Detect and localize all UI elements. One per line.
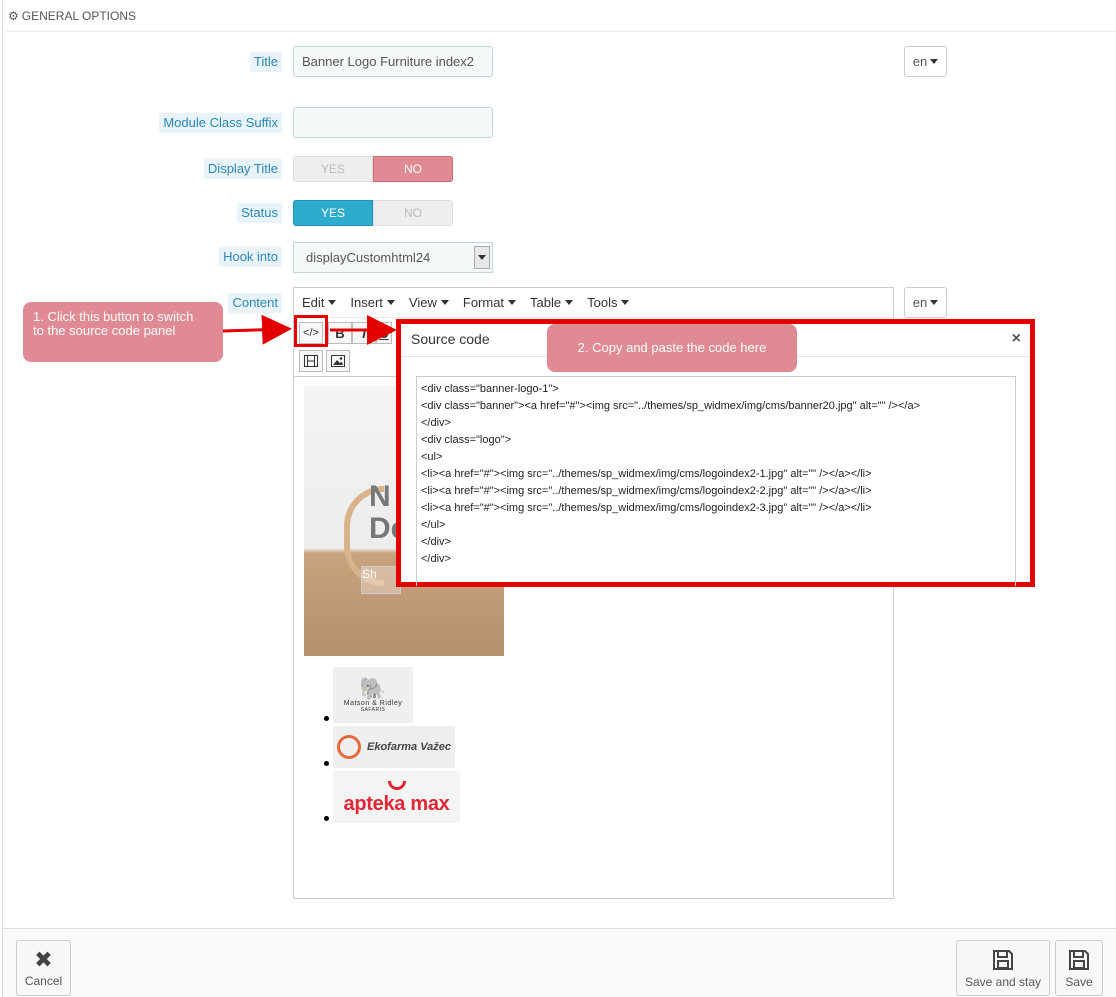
caret-down-icon (930, 59, 939, 64)
logo-ekofarma: Ekofarma Važec (333, 726, 455, 768)
title-input[interactable] (293, 46, 493, 77)
display-title-no[interactable]: NO (373, 156, 453, 182)
gears-icon: ⚙ (8, 9, 19, 23)
content-lang-value: en (912, 295, 928, 310)
menu-tools[interactable]: Tools (587, 295, 630, 310)
caret-down-icon (621, 300, 630, 305)
content-label: Content (228, 293, 282, 313)
caret-down-icon (328, 300, 337, 305)
insert-video-button[interactable] (299, 350, 323, 372)
menu-format[interactable]: Format (463, 295, 517, 310)
step2-callout: 2. Copy and paste the code here (547, 324, 797, 372)
menu-edit[interactable]: Edit (302, 295, 337, 310)
status-label: Status (237, 203, 282, 223)
face-logo-icon (337, 735, 361, 759)
list-item: 🐘 Matson & Ridley SAFARIS (324, 667, 413, 723)
save-label: Save (1065, 974, 1093, 989)
banner-shop-button: Sh (361, 566, 401, 594)
hook-select[interactable]: displayCustomhtml24 (293, 242, 493, 273)
source-code-textarea[interactable]: <div class="banner-logo-1"> <div class="… (416, 376, 1016, 586)
display-title-yes[interactable]: YES (293, 156, 373, 182)
panel-heading: ⚙ GENERAL OPTIONS (8, 6, 136, 26)
elephant-icon: 🐘 (359, 675, 387, 701)
save-and-stay-label: Save and stay (964, 974, 1042, 989)
title-lang-value: en (912, 54, 928, 69)
caret-down-icon (508, 300, 517, 305)
save-and-stay-button[interactable]: Save and stay (956, 940, 1050, 996)
caret-down-icon (440, 300, 449, 305)
status-yes[interactable]: YES (293, 200, 373, 226)
hook-label: Hook into (219, 247, 282, 267)
heading-divider (5, 31, 1116, 32)
save-button[interactable]: Save (1055, 940, 1103, 996)
content-lang-dropdown[interactable]: en (904, 287, 947, 318)
insert-image-button[interactable] (326, 350, 350, 372)
bullet (324, 761, 329, 766)
hook-select-value: displayCustomhtml24 (306, 250, 431, 265)
suffix-label: Module Class Suffix (159, 113, 282, 133)
bold-icon: B (335, 325, 345, 341)
display-title-switch[interactable]: YES NO (293, 156, 453, 182)
close-icon[interactable]: × (1012, 330, 1021, 348)
panel-heading-text: GENERAL OPTIONS (21, 9, 137, 23)
source-button-highlight (294, 315, 328, 347)
status-no[interactable]: NO (373, 200, 453, 226)
close-icon: ✖ (34, 946, 53, 972)
display-title-label: Display Title (203, 159, 282, 179)
suffix-input[interactable] (293, 107, 493, 138)
bullet (324, 816, 329, 821)
dialog-title: Source code (411, 331, 490, 347)
title-lang-dropdown[interactable]: en (904, 46, 947, 77)
cancel-label: Cancel (24, 973, 63, 988)
floppy-icon (993, 949, 1013, 970)
editor-menubar: Edit Insert View Format Table Tools (294, 288, 893, 318)
menu-view[interactable]: View (409, 295, 449, 310)
cancel-button[interactable]: ✖ Cancel (16, 940, 71, 996)
floppy-icon (1069, 949, 1089, 970)
logo-apteka-max: apteka max (333, 771, 460, 823)
select-arrow-icon[interactable] (474, 246, 490, 269)
step1-callout: 1. Click this button to switch to the so… (23, 302, 223, 362)
bold-button[interactable]: B (328, 322, 352, 344)
panel-footer (3, 928, 1116, 997)
title-label: Title (249, 52, 282, 72)
list-item: Ekofarma Važec (324, 726, 455, 768)
menu-table[interactable]: Table (530, 295, 574, 310)
film-icon (304, 355, 318, 367)
image-icon (331, 355, 345, 367)
caret-down-icon (930, 300, 939, 305)
smile-logo-icon (387, 780, 406, 790)
italic-button[interactable]: I (352, 322, 376, 344)
status-switch[interactable]: YES NO (293, 200, 453, 226)
underline-icon: U (379, 325, 389, 341)
caret-down-icon (565, 300, 574, 305)
list-item: apteka max (324, 771, 460, 823)
underline-button[interactable]: U (376, 322, 392, 344)
bullet (324, 716, 329, 721)
italic-icon: I (362, 325, 366, 341)
logo-matson-ridley: 🐘 Matson & Ridley SAFARIS (333, 667, 413, 723)
caret-down-icon (386, 300, 395, 305)
menu-insert[interactable]: Insert (350, 295, 395, 310)
